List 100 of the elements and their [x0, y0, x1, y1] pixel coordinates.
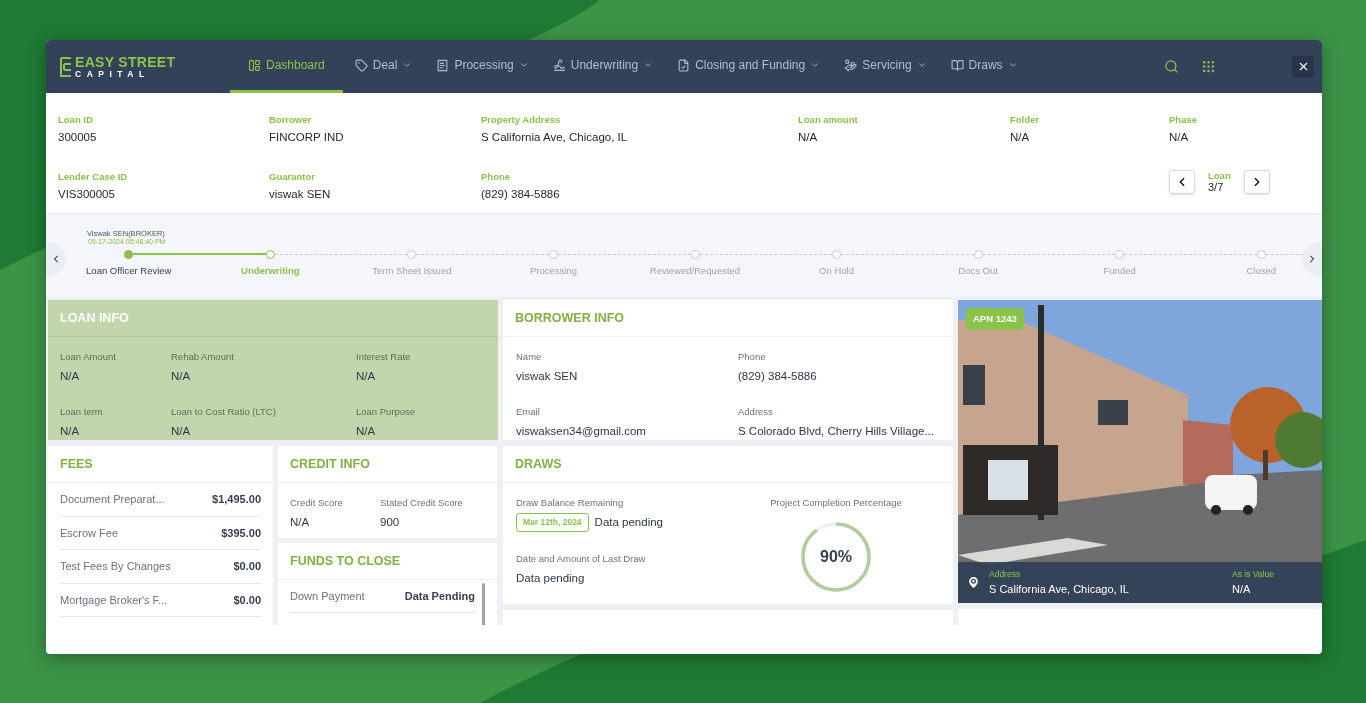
summary-label: Guarantor — [269, 169, 316, 184]
field-label: Project Completion Percentage — [770, 496, 902, 510]
caret-icon — [810, 60, 821, 70]
fee-label: Escrow Fee — [60, 525, 119, 541]
field-label: Draw Balance Remaining — [516, 496, 625, 510]
logo-icon — [60, 56, 72, 77]
scrollbar-thumb[interactable] — [482, 583, 485, 625]
pager-value: 3/7 — [1208, 181, 1225, 196]
nav-tab[interactable]: Closing and Funding — [665, 40, 833, 93]
field-label: Email — [516, 404, 541, 419]
caret-icon — [643, 60, 654, 70]
pager-label: Loan — [1208, 169, 1231, 182]
summary-value: (829) 384-5886 — [481, 186, 561, 202]
field-label: Rehab Amount — [171, 350, 235, 364]
field-label: Stated Credit Score — [380, 496, 464, 510]
field-label: Name — [516, 350, 543, 364]
field-value: N/A — [290, 515, 311, 531]
field-label: Loan to Cost Ratio (LTC) — [171, 404, 277, 419]
close-button[interactable] — [1292, 55, 1314, 78]
card-title: DRAWS — [515, 455, 562, 473]
field-value: (829) 384-5886 — [738, 369, 818, 385]
search-icon — [1164, 59, 1179, 74]
receipt-icon — [436, 58, 450, 72]
card-title: LOAN INFO — [60, 309, 129, 327]
field-value: N/A — [60, 423, 81, 439]
step-label[interactable]: Loan Officer Review — [86, 264, 172, 279]
field-value: S Colorado Blvd, Cherry Hills Village... — [738, 423, 935, 439]
card-title: FUNDS TO CLOSE — [290, 552, 401, 570]
summary-label: Folder — [1010, 113, 1041, 127]
fee-amount: $0.00 — [233, 592, 261, 608]
summary-value: viswak SEN — [269, 186, 332, 202]
field-value: Data pending — [516, 571, 586, 587]
fee-amount: $1,495.00 — [212, 492, 261, 507]
summary-value: N/A — [1169, 130, 1190, 146]
fee-amount: $0.00 — [233, 559, 261, 574]
summary-value: FINCORP IND — [269, 130, 345, 146]
apn-badge: APN 1243 — [966, 308, 1024, 331]
address-label: Address — [989, 567, 1022, 581]
date-tag: Mar 12th, 2024 — [516, 513, 589, 532]
field-value: N/A — [356, 423, 377, 439]
field-label: Loan Purpose — [356, 404, 417, 419]
field-value: 900 — [380, 515, 401, 531]
field-value: Data pending — [594, 515, 663, 530]
nav-tab[interactable]: Underwriting — [540, 40, 666, 93]
field-label: Credit Score — [290, 496, 344, 510]
book-icon — [950, 58, 964, 72]
fee-label: Test Fees By Changes — [60, 559, 171, 574]
fee-label: Mortgage Broker's F... — [60, 592, 168, 608]
tag-icon — [354, 58, 368, 72]
nav-tab[interactable]: Dashboard — [230, 40, 343, 93]
card-title: BORROWER INFO — [515, 309, 625, 327]
next-loan-button[interactable] — [1243, 170, 1270, 195]
summary-label: Property Address — [481, 113, 562, 127]
field-value: N/A — [171, 423, 192, 439]
nav-tab[interactable]: Servicing — [832, 40, 939, 93]
funds-value: Data Pending — [404, 588, 475, 604]
nav-tab[interactable]: Deal — [342, 40, 425, 93]
field-label: Phone — [738, 350, 767, 364]
file-check-icon — [677, 58, 691, 72]
field-label: Address — [738, 404, 774, 419]
card-title: FEES — [60, 455, 93, 473]
brand-name: EASY STREET — [75, 54, 176, 69]
fee-label: Document Preparat... — [60, 492, 165, 507]
layout-icon — [248, 58, 261, 72]
summary-value: N/A — [798, 130, 819, 146]
field-value: viswaksen34@gmail.com — [516, 423, 647, 439]
field-value: N/A — [356, 369, 377, 385]
field-label: Loan Amount — [60, 350, 117, 364]
nav-tab[interactable]: Processing — [424, 40, 541, 93]
nav-tab[interactable]: Draws — [938, 40, 1030, 93]
summary-label: Borrower — [269, 113, 313, 127]
caret-icon — [916, 60, 927, 70]
grid-icon — [1201, 59, 1216, 74]
summary-value: 300005 — [58, 130, 98, 146]
summary-value: N/A — [1010, 130, 1031, 146]
field-label: Interest Rate — [356, 350, 412, 364]
funds-label: Down Payment — [290, 588, 365, 604]
field-value: viswak SEN — [516, 369, 579, 385]
location-pin-icon — [966, 575, 981, 590]
caret-icon — [518, 60, 529, 70]
value-label: As is Value — [1232, 567, 1275, 581]
field-value: N/A — [171, 369, 192, 385]
previous-loan-button[interactable] — [1169, 170, 1195, 195]
completion-percent: 90% — [820, 547, 852, 568]
summary-value: VIS300005 — [58, 186, 116, 202]
field-value: N/A — [60, 369, 81, 385]
caret-icon — [402, 60, 413, 70]
address-value: S California Ave, Chicago, IL — [989, 581, 1130, 597]
card-title: CREDIT INFO — [290, 455, 370, 473]
value-amount: N/A — [1232, 581, 1252, 597]
summary-label: Loan ID — [58, 113, 94, 127]
summary-label: Loan amount — [798, 113, 859, 127]
field-label: Loan term — [60, 404, 104, 419]
fee-amount: $395.00 — [221, 525, 261, 541]
summary-label: Phone — [481, 169, 512, 184]
summary-label: Lender Case ID — [58, 169, 129, 184]
caret-icon — [1007, 60, 1018, 70]
hand-coins-icon — [844, 58, 858, 72]
summary-value: S California Ave, Chicago, IL — [481, 130, 629, 146]
brand-subtitle: CAPITAL — [75, 69, 151, 79]
